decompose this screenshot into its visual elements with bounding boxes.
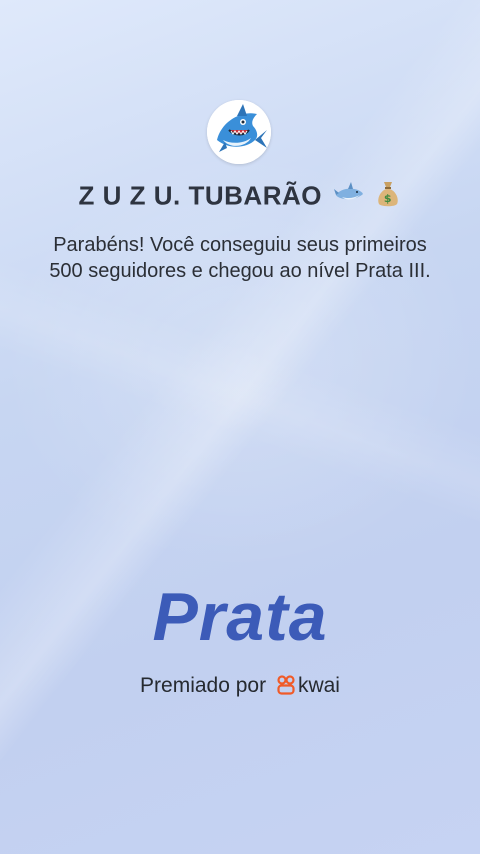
svg-text:$: $ — [384, 192, 392, 205]
shark-emoji-icon — [333, 181, 364, 214]
shark-avatar-icon — [207, 100, 271, 164]
level-label: Prata — [152, 579, 328, 655]
kwai-logo-icon — [276, 675, 296, 701]
congratulations-message: Parabéns! Você conseguiu seus primeiros … — [49, 234, 431, 282]
awarded-prefix: Premiado por — [140, 674, 267, 697]
profile-name: Z U Z U. TUBARÃO $ — [0, 180, 480, 215]
avatar[interactable] — [207, 100, 271, 164]
money-bag-emoji-icon: $ — [375, 180, 401, 215]
kwai-brand-text: kwai — [297, 674, 340, 697]
awarded-by: Premiado por kwai — [0, 674, 480, 701]
profile-name-text: Z U Z U. TUBARÃO — [78, 180, 322, 211]
